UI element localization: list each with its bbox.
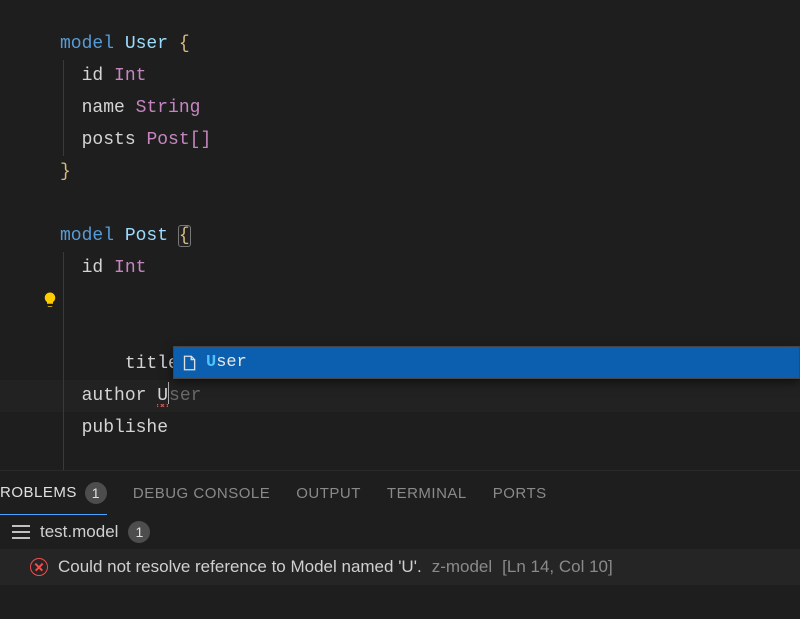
problem-item[interactable]: Could not resolve reference to Model nam… (0, 549, 800, 585)
code-line-active[interactable]: author User (0, 380, 800, 412)
code-line[interactable]: id Int (0, 252, 800, 284)
autocomplete-item[interactable]: User (174, 347, 799, 378)
field-type: Int (114, 66, 146, 86)
field-name: name (82, 98, 125, 118)
problem-location: [Ln 14, Col 10] (502, 557, 613, 577)
open-brace: { (179, 34, 190, 54)
field-type: String (136, 98, 201, 118)
class-icon (180, 354, 198, 372)
indent-guide (63, 252, 64, 284)
code-line[interactable] (0, 188, 800, 220)
file-icon (12, 525, 30, 539)
code-line[interactable]: model Post { (0, 220, 800, 252)
autocomplete-popup[interactable]: User (173, 346, 800, 379)
bottom-panel: ROBLEMS 1 DEBUG CONSOLE OUTPUT TERMINAL … (0, 470, 800, 619)
field-name: id (82, 258, 104, 278)
code-line[interactable]: publishe (0, 412, 800, 444)
problem-source: z-model (432, 557, 492, 577)
code-line[interactable]: model User { (0, 28, 800, 60)
indent-guide (63, 124, 64, 156)
file-problem-count: 1 (128, 521, 150, 543)
indent-guide (63, 380, 64, 412)
panel-tabs: ROBLEMS 1 DEBUG CONSOLE OUTPUT TERMINAL … (0, 471, 800, 515)
problems-file-name: test.model (40, 522, 118, 542)
tab-terminal-label: TERMINAL (387, 485, 467, 502)
tab-ports-label: PORTS (493, 485, 547, 502)
field-name: posts (82, 130, 136, 150)
type-name: Post (125, 226, 168, 246)
problems-count-badge: 1 (85, 482, 107, 504)
lightbulb-icon[interactable] (41, 291, 59, 309)
tab-debug-label: DEBUG CONSOLE (133, 485, 270, 502)
keyword-model: model (60, 34, 114, 54)
field-name: publishe (82, 418, 168, 438)
tab-output-label: OUTPUT (296, 485, 361, 502)
tab-problems[interactable]: ROBLEMS 1 (0, 471, 107, 515)
field-name: author (82, 386, 147, 406)
type-name: User (125, 34, 168, 54)
field-name: id (82, 66, 104, 86)
field-name: title (125, 354, 179, 374)
code-editor[interactable]: model User { id Int name String posts Po… (0, 0, 800, 470)
open-brace: { (179, 226, 190, 246)
autocomplete-label: User (206, 347, 247, 379)
indent-guide (63, 284, 64, 380)
indent-guide (63, 412, 64, 444)
code-line[interactable]: } (0, 156, 800, 188)
close-brace: } (60, 162, 71, 182)
error-icon (30, 558, 48, 576)
field-type: Post[] (146, 130, 211, 150)
tab-terminal[interactable]: TERMINAL (387, 471, 467, 515)
code-line[interactable]: id Int (0, 60, 800, 92)
indent-guide (63, 60, 64, 92)
tab-ports[interactable]: PORTS (493, 471, 547, 515)
autocomplete-match: U (206, 353, 216, 372)
problems-file-row[interactable]: test.model 1 (0, 515, 800, 549)
tab-debug-console[interactable]: DEBUG CONSOLE (133, 471, 270, 515)
indent-guide (63, 92, 64, 124)
code-line[interactable]: name String (0, 92, 800, 124)
problem-message: Could not resolve reference to Model nam… (58, 557, 422, 577)
tab-output[interactable]: OUTPUT (296, 471, 361, 515)
autocomplete-rest: ser (216, 353, 247, 372)
inline-suggestion: ser (169, 386, 201, 406)
tab-problems-label: ROBLEMS (0, 484, 77, 501)
field-type: Int (114, 258, 146, 278)
keyword-model: model (60, 226, 114, 246)
code-line[interactable]: posts Post[] (0, 124, 800, 156)
error-token: U (157, 386, 168, 407)
